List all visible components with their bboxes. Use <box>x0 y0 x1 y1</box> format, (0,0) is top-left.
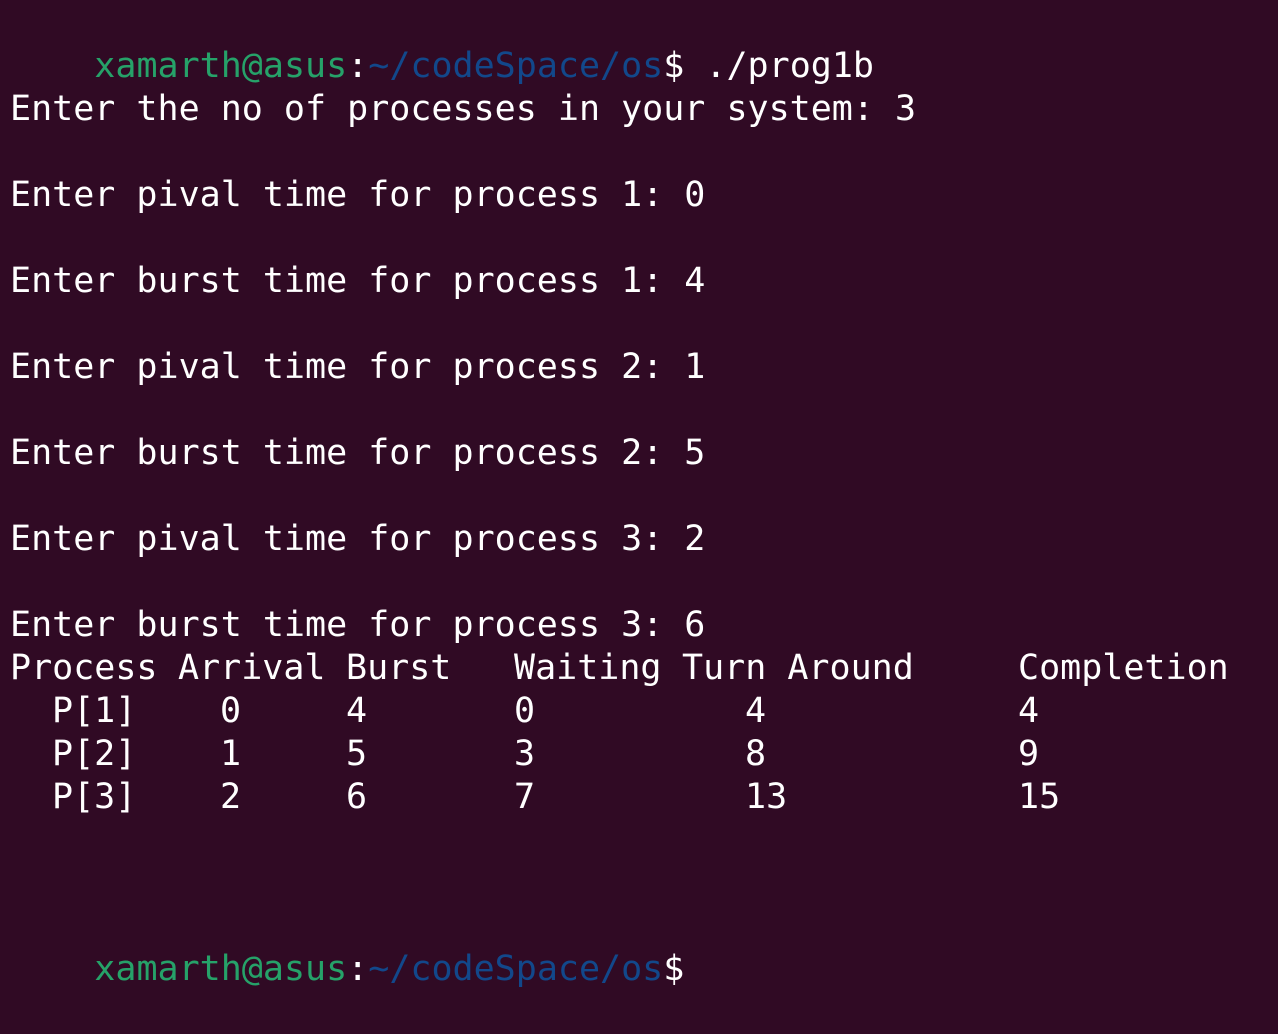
command-prompt-line: xamarth@asus:~/codeSpace/os$ ./prog1b <box>10 2 874 86</box>
header-burst: Burst <box>346 648 452 688</box>
cell-burst: 5 <box>346 734 368 774</box>
output-input-line: Enter burst time for process 2: 5 <box>10 433 706 473</box>
cell-waiting: 3 <box>514 734 536 774</box>
cell-turn-around: 13 <box>745 777 788 817</box>
output-input-line: Enter pival time for process 3: 2 <box>10 519 706 559</box>
output-input-line: Enter burst time for process 3: 6 <box>10 605 706 645</box>
output-input-line: Enter pival time for process 2: 1 <box>10 347 706 387</box>
prompt-path: ~/codeSpace/os <box>368 949 664 989</box>
prompt-command: ./prog1b <box>684 46 874 86</box>
terminal-window[interactable]: xamarth@asus:~/codeSpace/os$ ./prog1b En… <box>0 0 1278 989</box>
header-process: Process <box>10 648 158 688</box>
cell-completion: 4 <box>1018 691 1040 731</box>
cell-process: P[1] <box>52 691 137 731</box>
cell-waiting: 7 <box>514 777 536 817</box>
prompt-user-host: xamarth@asus <box>94 949 348 989</box>
header-waiting: Waiting <box>514 648 662 688</box>
cell-burst: 4 <box>346 691 368 731</box>
cell-completion: 15 <box>1018 777 1061 817</box>
header-arrival: Arrival <box>178 648 326 688</box>
header-completion: Completion <box>1018 648 1229 688</box>
output-input-line: Enter pival time for process 1: 0 <box>10 175 706 215</box>
output-num-processes: Enter the no of processes in your system… <box>10 89 917 129</box>
cell-arrival: 0 <box>220 691 242 731</box>
cell-arrival: 2 <box>220 777 242 817</box>
cell-burst: 6 <box>346 777 368 817</box>
cell-turn-around: 8 <box>745 734 767 774</box>
cell-arrival: 1 <box>220 734 242 774</box>
prompt-dollar: $ <box>663 46 685 86</box>
output-input-line: Enter burst time for process 1: 4 <box>10 261 706 301</box>
header-turn-around: Turn Around <box>682 648 914 688</box>
cell-waiting: 0 <box>514 691 536 731</box>
prompt-colon: : <box>347 949 369 989</box>
prompt-dollar: $ <box>663 949 685 989</box>
prompt-path: ~/codeSpace/os <box>368 46 664 86</box>
cell-process: P[2] <box>52 734 137 774</box>
cell-process: P[3] <box>52 777 137 817</box>
cell-completion: 9 <box>1018 734 1040 774</box>
prompt-colon: : <box>347 46 369 86</box>
final-prompt-line[interactable]: xamarth@asus:~/codeSpace/os$ <box>10 905 684 989</box>
prompt-user-host: xamarth@asus <box>94 46 348 86</box>
cell-turn-around: 4 <box>745 691 767 731</box>
